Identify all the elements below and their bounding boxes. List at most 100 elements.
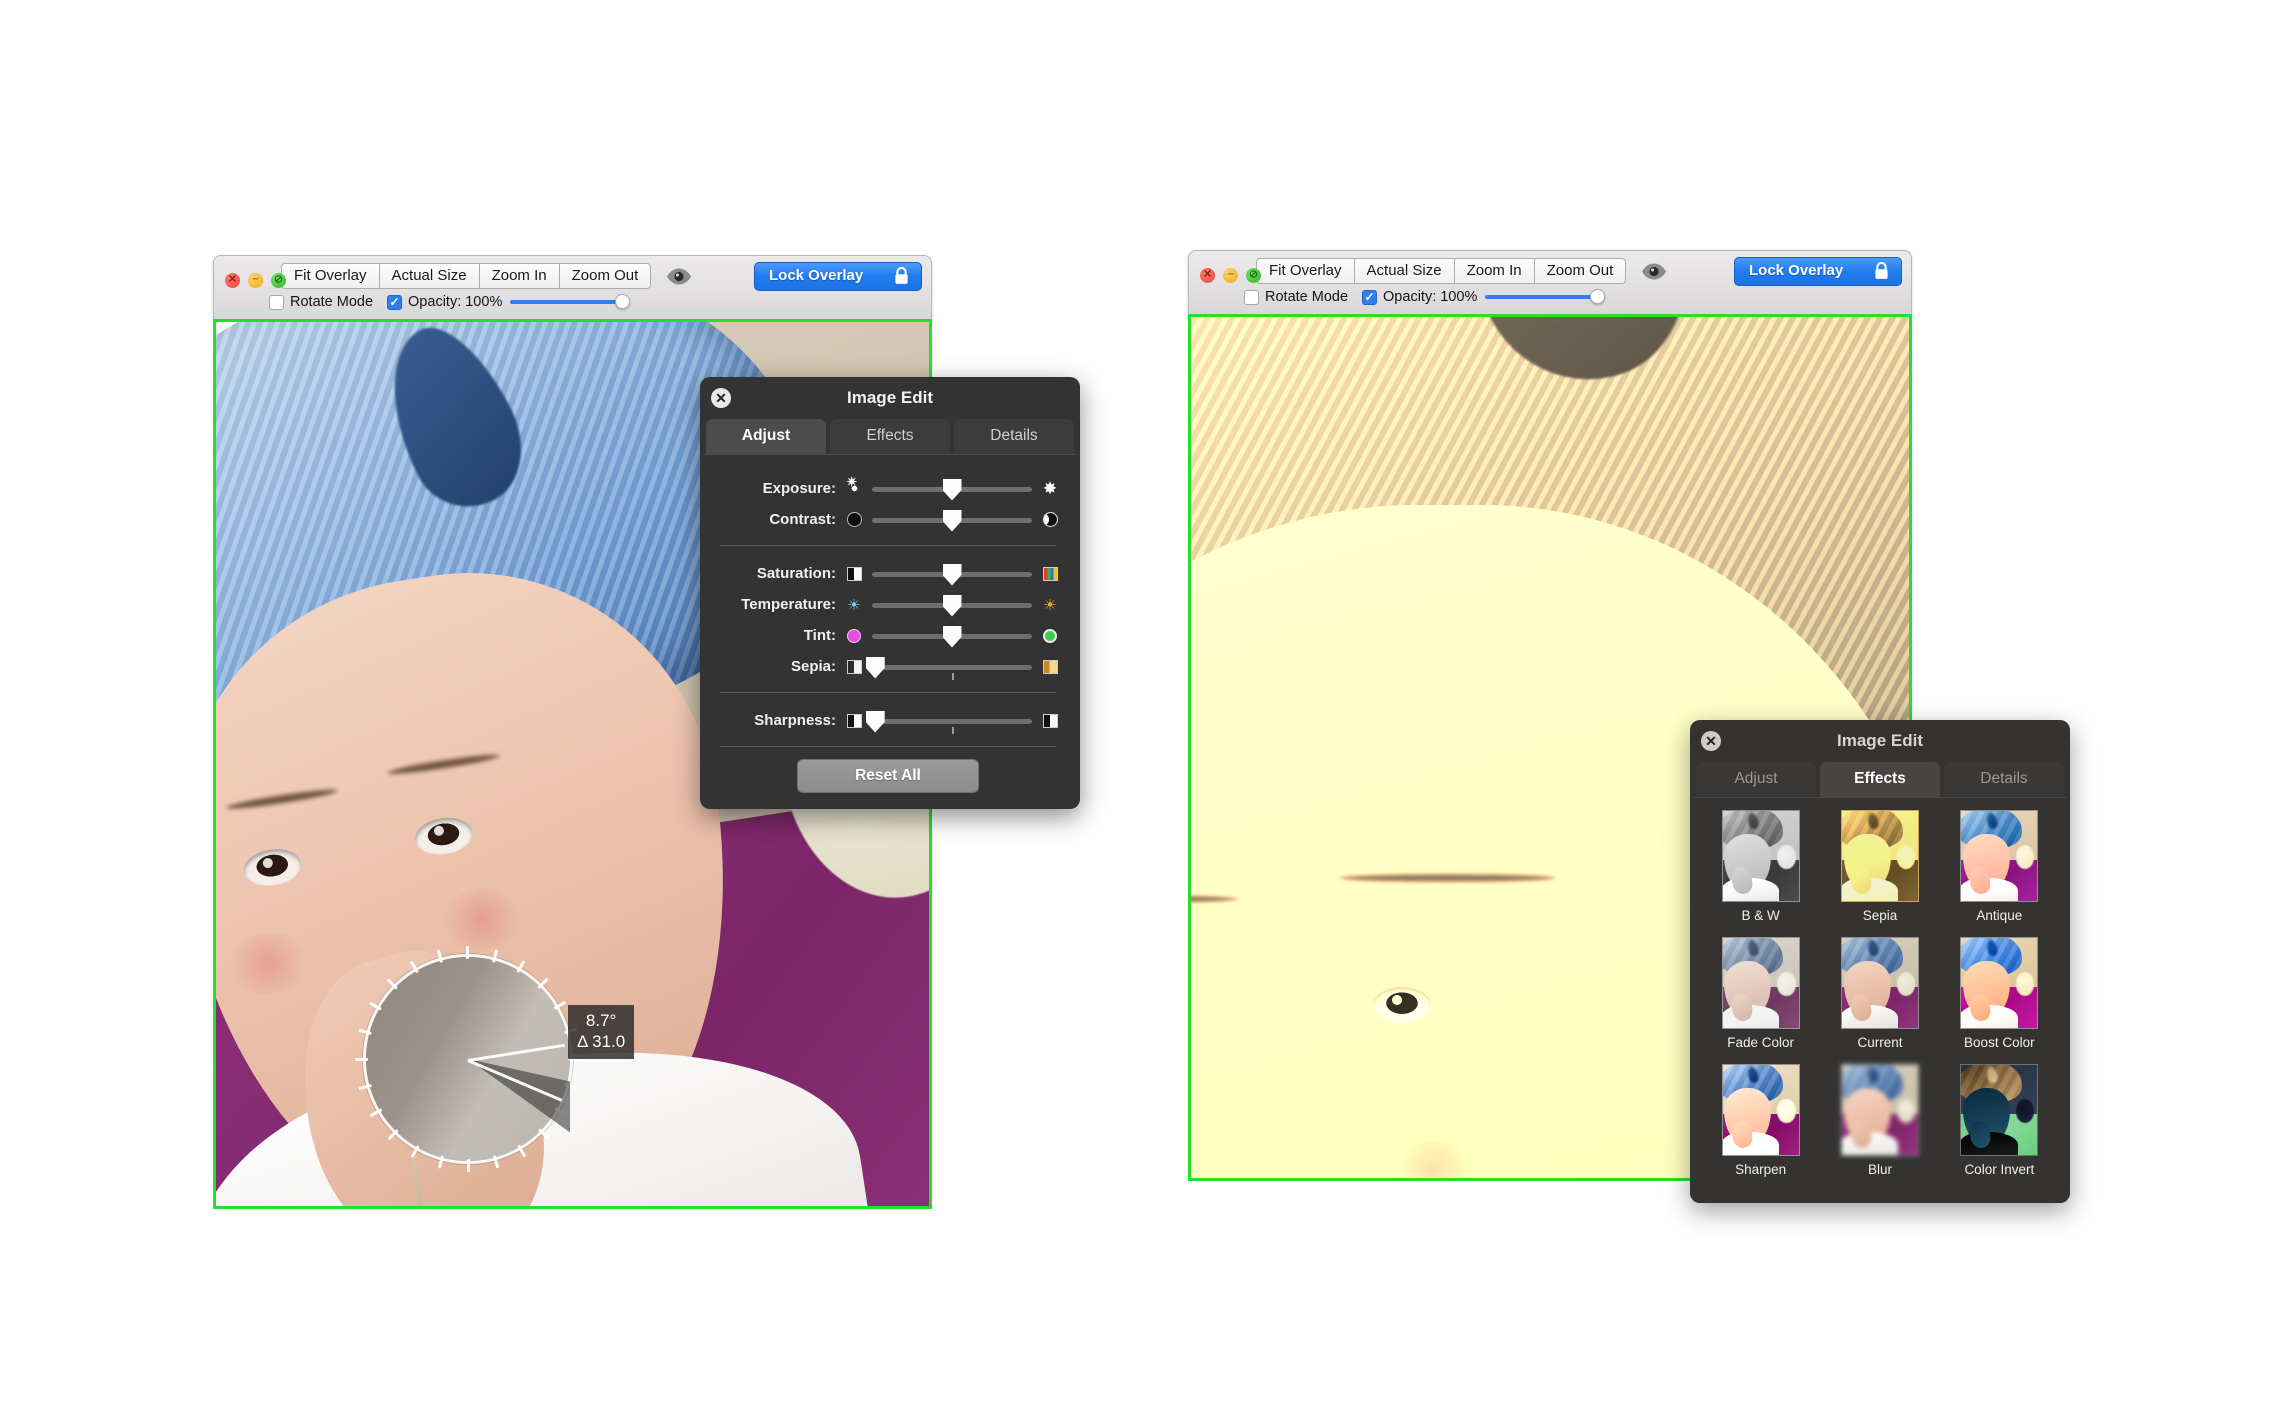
tab-adjust[interactable]: Adjust (706, 419, 826, 454)
tint-slider-knob[interactable] (943, 626, 962, 648)
rotate-mode-label: Rotate Mode (1265, 289, 1348, 305)
exposure-slider-knob[interactable] (943, 479, 962, 501)
left-toolbar-buttons: Fit Overlay Actual Size Zoom In Zoom Out (281, 263, 650, 289)
slider-track (872, 719, 1032, 724)
effect-thumbnail[interactable] (1841, 1064, 1919, 1156)
opacity-checkbox[interactable] (1362, 290, 1377, 305)
tab-details[interactable]: Details (1944, 762, 2064, 797)
rotate-mode-checkbox[interactable] (1244, 290, 1259, 305)
tab-effects[interactable]: Effects (1820, 762, 1940, 797)
temperature-slider-row: Temperature: ☀ ☀ (718, 589, 1058, 620)
effect-item[interactable]: Antique (1945, 810, 2054, 933)
slider-notch (952, 673, 954, 680)
traffic-lights: ✕ − ⊘ (1200, 268, 1261, 283)
sepia-slider-knob[interactable] (866, 657, 885, 679)
lock-overlay-button[interactable]: Lock Overlay (754, 262, 922, 291)
close-icon[interactable]: ✕ (1701, 731, 1721, 751)
reset-all-button[interactable]: Reset All (797, 759, 979, 793)
close-icon[interactable]: ✕ (711, 388, 731, 408)
green-tint-icon (1042, 628, 1058, 644)
effect-thumbnail[interactable] (1960, 810, 2038, 902)
right-toolbar-buttons: Fit Overlay Actual Size Zoom In Zoom Out (1256, 258, 1625, 284)
magenta-tint-icon (846, 628, 862, 644)
eye-icon[interactable] (666, 268, 692, 285)
saturation-label: Saturation: (718, 565, 846, 582)
effect-item[interactable]: Fade Color (1706, 937, 1815, 1060)
effect-item[interactable]: Blur (1825, 1064, 1934, 1187)
effect-thumbnail[interactable] (1722, 1064, 1800, 1156)
actual-size-button[interactable]: Actual Size (1354, 258, 1455, 284)
fullscreen-icon[interactable]: ⊘ (1246, 268, 1261, 283)
lock-overlay-label: Lock Overlay (1749, 262, 1843, 279)
effect-thumbnail[interactable] (1960, 937, 2038, 1029)
rotation-dial[interactable] (363, 954, 573, 1164)
adjust-panel-tabs: Adjust Effects Details (700, 419, 1080, 454)
effect-label: Sharpen (1735, 1162, 1786, 1177)
lock-icon (1874, 262, 1889, 280)
warm-temp-icon: ☀ (1042, 597, 1058, 613)
fit-overlay-button[interactable]: Fit Overlay (281, 263, 380, 289)
sharpness-slider-knob[interactable] (866, 711, 885, 733)
effect-item[interactable]: Boost Color (1945, 937, 2054, 1060)
opacity-slider-track (1485, 295, 1605, 299)
image-edit-effects-panel[interactable]: ✕ Image Edit Adjust Effects Details B & … (1690, 720, 2070, 1203)
zoom-in-button[interactable]: Zoom In (479, 263, 560, 289)
effect-thumbnail[interactable] (1722, 937, 1800, 1029)
rotation-angle-badge: 8.7° Δ 31.0 (568, 1005, 634, 1059)
sharpness-slider[interactable] (872, 708, 1032, 734)
low-exposure-icon (846, 481, 862, 497)
adjust-divider-2 (720, 692, 1056, 693)
image-edit-adjust-panel[interactable]: ✕ Image Edit Adjust Effects Details Expo… (700, 377, 1080, 809)
close-icon[interactable]: ✕ (1200, 268, 1215, 283)
opacity-slider-knob[interactable] (1590, 289, 1605, 304)
contrast-slider[interactable] (872, 507, 1032, 533)
eye-icon[interactable] (1641, 263, 1667, 280)
saturation-slider[interactable] (872, 561, 1032, 587)
effect-thumbnail[interactable] (1960, 1064, 2038, 1156)
tint-slider-row: Tint: (718, 620, 1058, 651)
fullscreen-icon[interactable]: ⊘ (271, 273, 286, 288)
opacity-slider-knob[interactable] (615, 294, 630, 309)
exposure-slider[interactable] (872, 476, 1032, 502)
effect-thumbnail[interactable] (1841, 937, 1919, 1029)
adjust-panel-body: Exposure: Contrast: Saturation (700, 455, 1080, 809)
effect-label: Blur (1868, 1162, 1892, 1177)
tab-effects[interactable]: Effects (830, 419, 950, 454)
effect-item[interactable]: Sharpen (1706, 1064, 1815, 1187)
close-icon[interactable]: ✕ (225, 273, 240, 288)
rotate-mode-checkbox[interactable] (269, 295, 284, 310)
tab-details[interactable]: Details (954, 419, 1074, 454)
fit-overlay-button[interactable]: Fit Overlay (1256, 258, 1355, 284)
opacity-slider[interactable] (1485, 289, 1605, 305)
contrast-slider-knob[interactable] (943, 510, 962, 532)
effect-item[interactable]: Color Invert (1945, 1064, 2054, 1187)
saturation-slider-knob[interactable] (943, 564, 962, 586)
lock-icon (894, 267, 909, 285)
opacity-checkbox[interactable] (387, 295, 402, 310)
effect-item[interactable]: Sepia (1825, 810, 1934, 933)
zoom-out-button[interactable]: Zoom Out (1534, 258, 1627, 284)
opacity-slider[interactable] (510, 294, 630, 310)
zoom-in-button[interactable]: Zoom In (1454, 258, 1535, 284)
tab-adjust[interactable]: Adjust (1696, 762, 1816, 797)
left-window-titlebar: ✕ − ⊘ Fit Overlay Actual Size Zoom In Zo… (213, 255, 932, 319)
temperature-slider[interactable] (872, 592, 1032, 618)
effect-thumbnail[interactable] (1841, 810, 1919, 902)
opacity-label: Opacity: 100% (1383, 289, 1477, 305)
tint-slider[interactable] (872, 623, 1032, 649)
minimize-icon[interactable]: − (1223, 268, 1238, 283)
effect-item[interactable]: B & W (1706, 810, 1815, 933)
effects-panel-tabs: Adjust Effects Details (1690, 762, 2070, 797)
effect-item[interactable]: Current (1825, 937, 1934, 1060)
zoom-out-button[interactable]: Zoom Out (559, 263, 652, 289)
effect-thumbnail[interactable] (1722, 810, 1800, 902)
effect-label: Current (1857, 1035, 1902, 1050)
rotation-angle-value: 8.7° (577, 1010, 625, 1031)
lock-overlay-button[interactable]: Lock Overlay (1734, 257, 1902, 286)
minimize-icon[interactable]: − (248, 273, 263, 288)
temperature-slider-knob[interactable] (943, 595, 962, 617)
actual-size-button[interactable]: Actual Size (379, 263, 480, 289)
effect-label: Color Invert (1964, 1162, 2034, 1177)
slider-notch (952, 727, 954, 734)
sepia-slider[interactable] (872, 654, 1032, 680)
